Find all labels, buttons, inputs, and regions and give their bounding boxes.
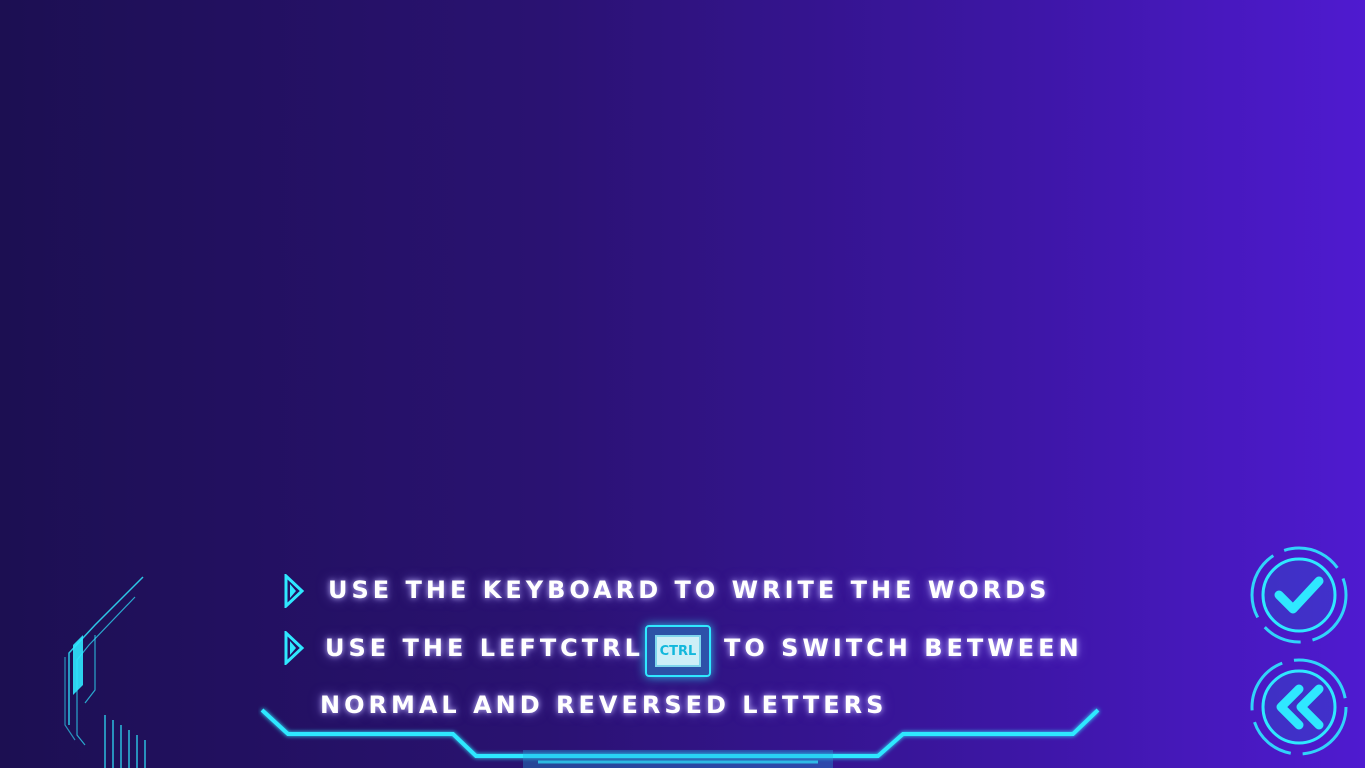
confirm-button[interactable] <box>1249 545 1349 645</box>
instruction-line-2-end: TO SWITCH BETWEEN <box>724 634 1083 662</box>
circuit-decoration <box>64 576 146 768</box>
bullet-arrow-icon <box>284 631 305 665</box>
back-button[interactable] <box>1249 657 1349 757</box>
ctrl-key-icon: CTRL <box>645 625 711 677</box>
instruction-line-2-start: USE THE LEFTCTRL <box>325 634 644 662</box>
instruction-line-1: USE THE KEYBOARD TO WRITE THE WORDS <box>328 576 1051 604</box>
bullet-arrow-icon <box>284 574 305 608</box>
ctrl-key-label: CTRL <box>655 635 701 667</box>
instruction-line-3: NORMAL AND REVERSED LETTERS <box>320 691 888 719</box>
